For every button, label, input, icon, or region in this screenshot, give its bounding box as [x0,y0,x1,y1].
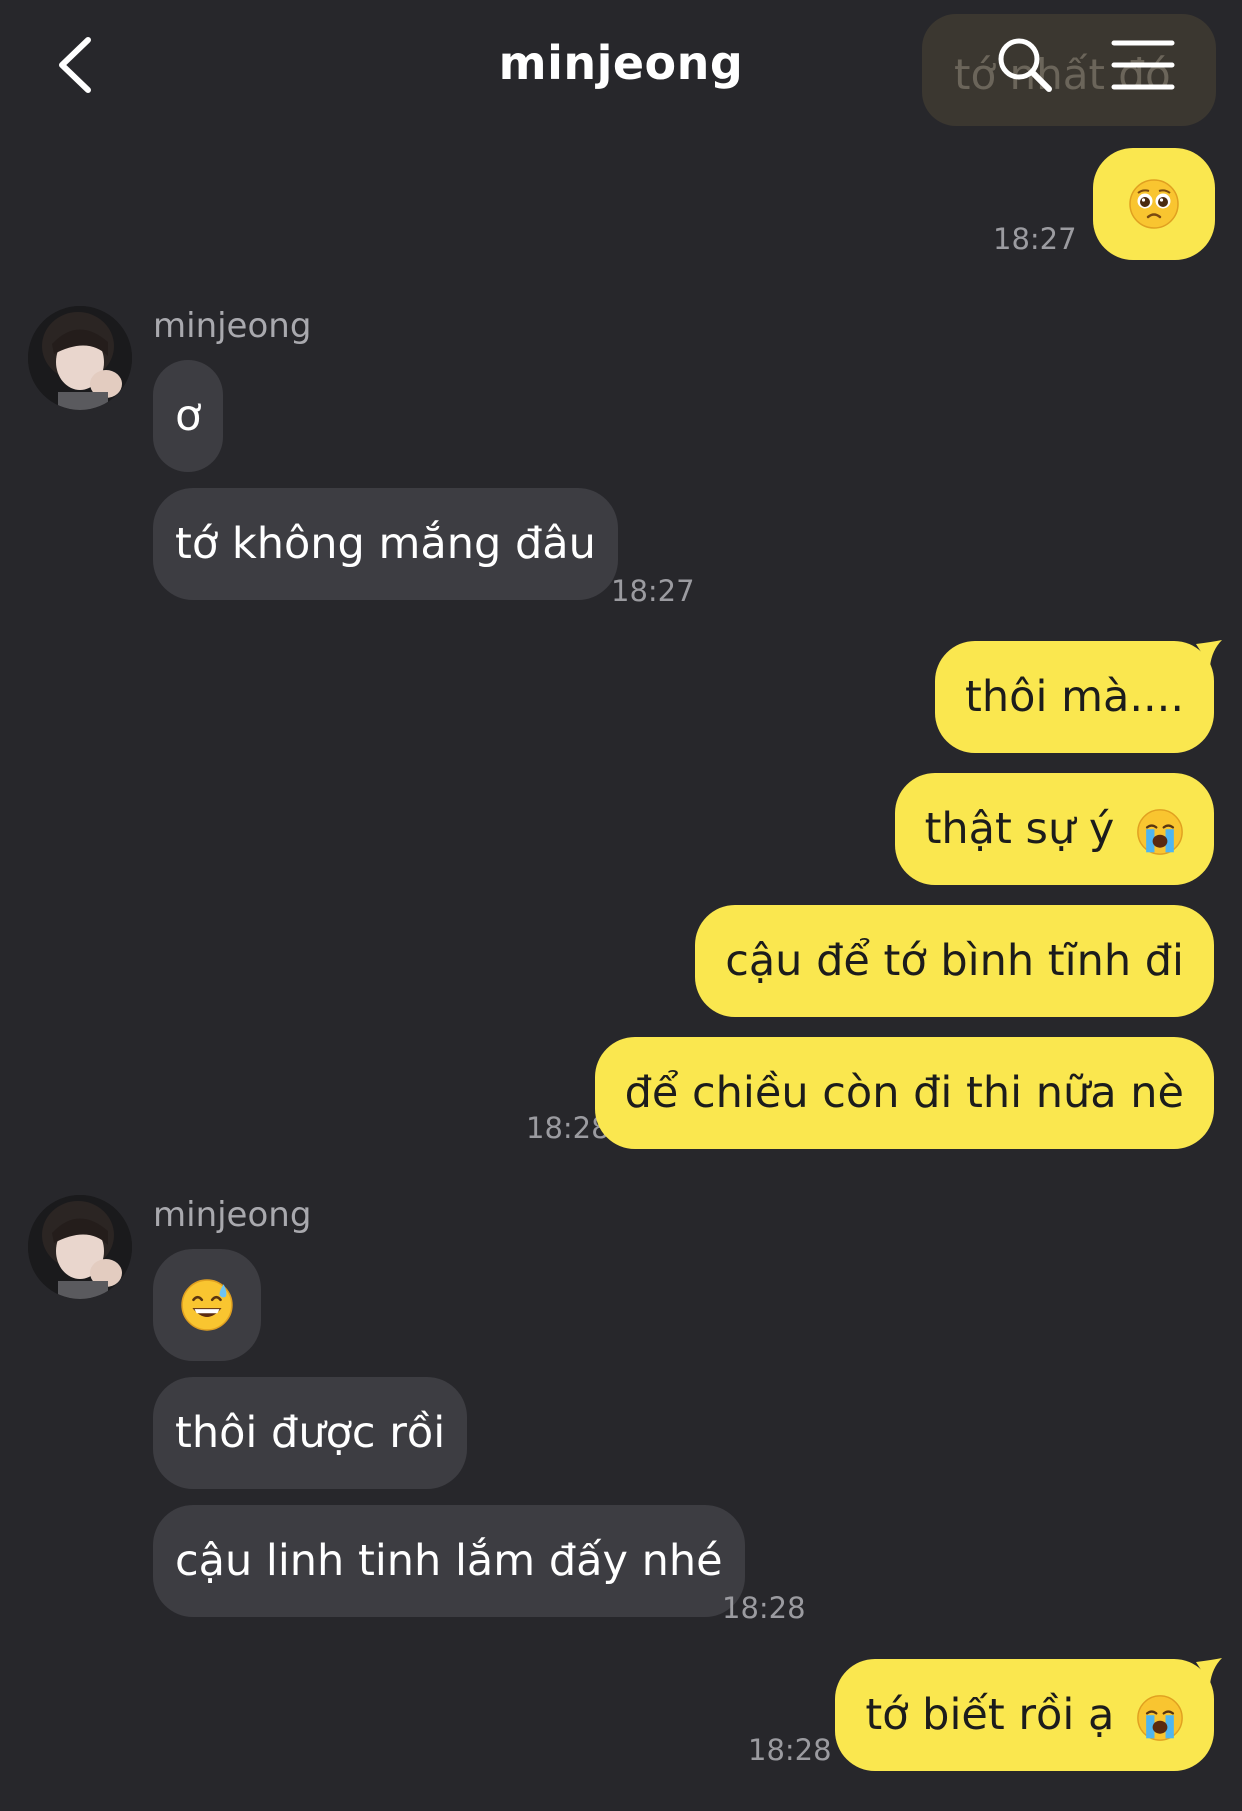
their-message-bubble[interactable]: cậu linh tinh lắm đấy nhé [153,1505,745,1617]
profile-photo [28,306,132,410]
message-text: tớ biết rồi ạ [865,1690,1115,1740]
their-message-bubble[interactable]: thôi được rồi [153,1377,468,1489]
message-text: cậu linh tinh lắm đấy nhé [175,1536,723,1586]
bubble-tail [1196,640,1222,666]
message-text: cậu để tớ bình tĩnh đi [725,936,1184,986]
my-message-bubble[interactable]: tớ biết rồi ạ [835,1659,1214,1771]
loudly-crying-face-emoji [1137,1694,1183,1741]
message-time: 18:28 [722,1591,806,1625]
message-text: thôi được rồi [175,1408,446,1458]
loudly-crying-face-emoji [1137,808,1183,855]
sender-name: minjeong [153,306,312,346]
grinning-sweat-face-emoji [181,1279,233,1331]
message-text: thôi mà.... [965,672,1184,722]
message-time: 18:27 [993,222,1077,256]
message-time: 18:28 [748,1733,832,1767]
avatar[interactable] [28,306,132,410]
chat-title: minjeong [498,36,744,90]
search-button[interactable] [994,34,1054,94]
message-text: thật sự ý [924,804,1115,854]
bubble-tail [1196,1658,1222,1684]
sender-name: minjeong [153,1195,312,1235]
menu-button[interactable] [1110,38,1176,92]
my-message-bubble[interactable]: cậu để tớ bình tĩnh đi [695,905,1214,1017]
their-message-bubble[interactable]: ơ [153,360,224,472]
pleading-face-emoji [1129,179,1179,229]
chat-header: tớ nhất đó minjeong [0,0,1242,136]
my-message-bubble[interactable]: thôi mà.... [935,641,1214,753]
my-message-bubble[interactable]: thật sự ý [894,773,1214,885]
message-text: tớ không mắng đâu [175,519,596,569]
avatar[interactable] [28,1195,132,1299]
search-icon [998,38,1052,92]
profile-photo [28,1195,132,1299]
message-time: 18:27 [611,574,695,608]
hamburger-menu-icon [1111,40,1175,90]
message-text: để chiều còn đi thi nữa nè [624,1068,1184,1118]
their-message-bubble[interactable]: tớ không mắng đâu [153,488,618,600]
my-message-bubble[interactable]: để chiều còn đi thi nữa nè [594,1037,1214,1149]
message-text: ơ [175,391,202,441]
my-message-bubble[interactable] [1093,148,1215,260]
their-message-bubble[interactable] [153,1249,261,1361]
